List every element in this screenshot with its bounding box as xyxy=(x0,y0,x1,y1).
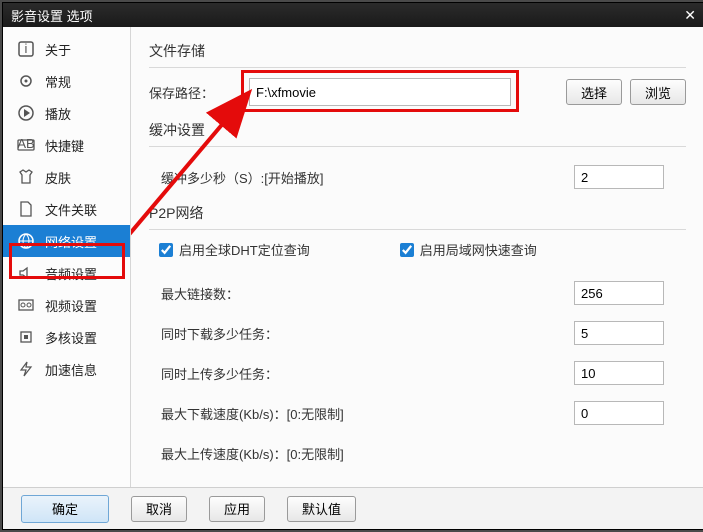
row-buffer-seconds: 缓冲多少秒（S）:[开始播放] xyxy=(149,157,686,197)
sidebar-item-video[interactable]: 视频设置 xyxy=(3,289,130,321)
close-icon[interactable]: ✕ xyxy=(684,7,696,24)
sidebar-label: 播放 xyxy=(45,104,71,123)
max-down-speed-input[interactable] xyxy=(574,401,664,425)
divider xyxy=(149,67,686,68)
max-conn-input[interactable] xyxy=(574,281,664,305)
save-path-input[interactable] xyxy=(249,78,511,106)
divider xyxy=(149,146,686,147)
select-button[interactable]: 选择 xyxy=(566,79,622,105)
sidebar-item-skin[interactable]: 皮肤 xyxy=(3,161,130,193)
row-max-conn: 最大链接数： xyxy=(149,273,686,313)
apply-button[interactable]: 应用 xyxy=(209,496,265,522)
sidebar-label: 常规 xyxy=(45,72,71,91)
divider xyxy=(149,229,686,230)
window-title: 影音设置 选项 xyxy=(11,6,93,25)
cancel-button[interactable]: 取消 xyxy=(131,496,187,522)
row-up-tasks: 同时上传多少任务： xyxy=(149,353,686,393)
globe-icon xyxy=(17,232,35,250)
cpu-icon xyxy=(17,328,35,346)
sidebar-label: 音频设置 xyxy=(45,264,97,283)
ok-button[interactable]: 确定 xyxy=(21,495,109,523)
default-button[interactable]: 默认值 xyxy=(287,496,356,522)
sidebar: i 关于 常规 播放 AB 快捷键 皮肤 文件关联 xyxy=(3,27,131,487)
sidebar-item-multicore[interactable]: 多核设置 xyxy=(3,321,130,353)
checkbox-lan-label: 启用局域网快速查询 xyxy=(420,240,537,259)
row-down-tasks: 同时下载多少任务： xyxy=(149,313,686,353)
sidebar-label: 快捷键 xyxy=(45,136,84,155)
sidebar-item-audio[interactable]: 音频设置 xyxy=(3,257,130,289)
sidebar-label: 网络设置 xyxy=(45,232,97,251)
buffer-seconds-input[interactable] xyxy=(574,165,664,189)
play-icon xyxy=(17,104,35,122)
keyboard-icon: AB xyxy=(17,136,35,154)
label-up-tasks: 同时上传多少任务： xyxy=(161,364,278,383)
sidebar-item-accel[interactable]: 加速信息 xyxy=(3,353,130,385)
checkbox-dht-label: 启用全球DHT定位查询 xyxy=(179,240,310,259)
footer: 确定 取消 应用 默认值 xyxy=(3,487,703,529)
sidebar-label: 加速信息 xyxy=(45,360,97,379)
section-p2p: P2P网络 xyxy=(149,203,686,223)
shirt-icon xyxy=(17,168,35,186)
browse-button[interactable]: 浏览 xyxy=(630,79,686,105)
sidebar-item-network[interactable]: 网络设置 xyxy=(3,225,130,257)
checkbox-lan-input[interactable] xyxy=(400,243,414,257)
svg-text:AB: AB xyxy=(17,136,34,151)
window-body: i 关于 常规 播放 AB 快捷键 皮肤 文件关联 xyxy=(3,27,703,487)
sidebar-item-fileassoc[interactable]: 文件关联 xyxy=(3,193,130,225)
row-max-down-speed: 最大下载速度(Kb/s)：[0:无限制] xyxy=(149,393,686,433)
checkbox-dht-input[interactable] xyxy=(159,243,173,257)
section-buffer: 缓冲设置 xyxy=(149,120,686,140)
sidebar-item-playback[interactable]: 播放 xyxy=(3,97,130,129)
label-max-down-speed: 最大下载速度(Kb/s)：[0:无限制] xyxy=(161,404,344,423)
settings-window: 影音设置 选项 ✕ i 关于 常规 播放 AB 快捷键 皮肤 xyxy=(2,2,703,530)
main-panel: 文件存储 保存路径： 选择 浏览 缓冲设置 缓冲多少秒（S）:[开始播放] P2… xyxy=(131,27,703,487)
file-icon xyxy=(17,200,35,218)
sidebar-label: 文件关联 xyxy=(45,200,97,219)
row-max-up-speed: 最大上传速度(Kb/s)：[0:无限制] xyxy=(149,433,686,473)
checkbox-dht[interactable]: 启用全球DHT定位查询 xyxy=(159,240,310,259)
label-save-path: 保存路径： xyxy=(149,83,241,102)
checkbox-lan[interactable]: 启用局域网快速查询 xyxy=(400,240,537,259)
sidebar-item-hotkey[interactable]: AB 快捷键 xyxy=(3,129,130,161)
sidebar-label: 多核设置 xyxy=(45,328,97,347)
label-down-tasks: 同时下载多少任务： xyxy=(161,324,278,343)
label-buffer: 缓冲多少秒（S）:[开始播放] xyxy=(161,168,324,187)
svg-text:i: i xyxy=(25,41,28,56)
label-max-conn: 最大链接数： xyxy=(161,284,239,303)
sidebar-item-general[interactable]: 常规 xyxy=(3,65,130,97)
sidebar-label: 皮肤 xyxy=(45,168,71,187)
up-tasks-input[interactable] xyxy=(574,361,664,385)
section-file-storage: 文件存储 xyxy=(149,41,686,61)
sidebar-item-about[interactable]: i 关于 xyxy=(3,33,130,65)
bolt-icon xyxy=(17,360,35,378)
audio-icon xyxy=(17,264,35,282)
info-icon: i xyxy=(17,40,35,58)
row-save-path: 保存路径： 选择 浏览 xyxy=(149,78,686,106)
sidebar-label: 关于 xyxy=(45,40,71,59)
titlebar: 影音设置 选项 ✕ xyxy=(3,3,703,27)
down-tasks-input[interactable] xyxy=(574,321,664,345)
gear-icon xyxy=(17,72,35,90)
label-max-up-speed: 最大上传速度(Kb/s)：[0:无限制] xyxy=(161,444,344,463)
row-p2p-checks: 启用全球DHT定位查询 启用局域网快速查询 xyxy=(159,240,686,259)
sidebar-label: 视频设置 xyxy=(45,296,97,315)
video-icon xyxy=(17,296,35,314)
